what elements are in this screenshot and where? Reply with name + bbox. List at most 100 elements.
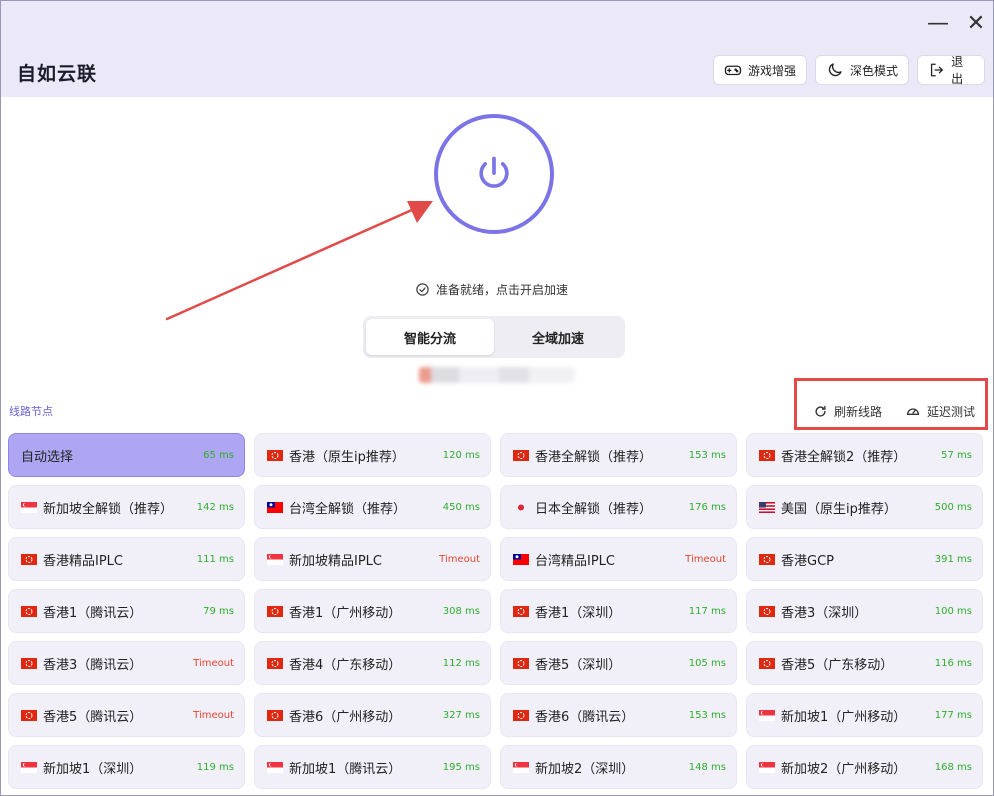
logout-icon: [930, 63, 943, 77]
node-card[interactable]: 香港3（腾讯云） Timeout: [8, 641, 245, 685]
node-latency: 112 ms: [442, 657, 480, 669]
node-latency: 116 ms: [934, 657, 972, 669]
node-card[interactable]: 自动选择 65 ms: [8, 433, 245, 477]
dark-mode-label: 深色模式: [850, 63, 899, 78]
game-boost-label: 游戏增强: [748, 63, 797, 78]
node-card[interactable]: 新加坡1（腾讯云） 195 ms: [254, 745, 491, 789]
node-latency: 391 ms: [934, 553, 972, 565]
node-name: 新加坡2（深圳）: [535, 761, 635, 777]
node-latency: Timeout: [685, 553, 726, 565]
hk-flag-icon: [513, 657, 529, 669]
hk-flag-icon: [759, 449, 775, 461]
node-card[interactable]: 香港精品IPLC 111 ms: [8, 537, 245, 581]
hk-flag-icon: [513, 709, 529, 721]
node-latency: 65 ms: [203, 449, 234, 461]
node-card[interactable]: 美国（原生ip推荐） 500 ms: [746, 485, 983, 529]
node-card[interactable]: 香港全解锁2（推荐） 57 ms: [746, 433, 983, 477]
node-card[interactable]: 香港6（腾讯云） 153 ms: [500, 693, 737, 737]
node-name: 香港5（广东移动）: [781, 657, 894, 673]
node-card[interactable]: 香港全解锁（推荐） 153 ms: [500, 433, 737, 477]
hk-flag-icon: [759, 553, 775, 565]
node-name: 香港1（广州移动）: [289, 605, 402, 621]
node-card[interactable]: 新加坡全解锁（推荐） 142 ms: [8, 485, 245, 529]
node-card[interactable]: 香港5（广东移动） 116 ms: [746, 641, 983, 685]
node-card[interactable]: 香港（原生ip推荐） 120 ms: [254, 433, 491, 477]
hk-flag-icon: [759, 657, 775, 669]
node-card[interactable]: 新加坡1（深圳） 119 ms: [8, 745, 245, 789]
node-card[interactable]: 新加坡2（广州移动） 168 ms: [746, 745, 983, 789]
node-latency: Timeout: [439, 553, 480, 565]
sg-flag-icon: [21, 761, 37, 773]
node-card[interactable]: 香港3（深圳） 100 ms: [746, 589, 983, 633]
node-card[interactable]: 新加坡精品IPLC Timeout: [254, 537, 491, 581]
node-name: 日本全解锁（推荐）: [535, 501, 653, 517]
refresh-lines-button[interactable]: 刷新线路: [813, 401, 882, 421]
hk-flag-icon: [21, 553, 37, 565]
mode-toggle: 智能分流 全域加速: [363, 316, 625, 358]
sg-flag-icon: [759, 709, 775, 721]
close-button[interactable]: ✕: [961, 9, 991, 37]
node-card[interactable]: 香港5（腾讯云） Timeout: [8, 693, 245, 737]
node-name: 台湾全解锁（推荐）: [289, 501, 407, 517]
node-name: 香港3（腾讯云）: [43, 657, 143, 673]
exit-button[interactable]: 退出: [917, 55, 985, 86]
node-name: 新加坡1（广州移动）: [781, 709, 907, 725]
node-latency: 100 ms: [934, 605, 972, 617]
sg-flag-icon: [267, 761, 283, 773]
node-latency: 168 ms: [934, 761, 972, 773]
node-latency: 142 ms: [196, 501, 234, 513]
check-circle-icon: [416, 282, 429, 296]
node-name: 自动选择: [21, 449, 74, 465]
redacted-info: [419, 367, 575, 383]
refresh-icon: [815, 405, 826, 417]
node-card[interactable]: 台湾全解锁（推荐） 450 ms: [254, 485, 491, 529]
speedometer-icon: [907, 408, 919, 415]
node-card[interactable]: 香港4（广东移动） 112 ms: [254, 641, 491, 685]
node-card[interactable]: 香港6（广州移动） 327 ms: [254, 693, 491, 737]
node-name: 新加坡精品IPLC: [289, 553, 382, 569]
node-latency: Timeout: [193, 657, 234, 669]
status-text: 准备就绪，点击开启加速: [436, 282, 569, 297]
node-name: 香港6（腾讯云）: [535, 709, 635, 725]
node-card[interactable]: 香港GCP 391 ms: [746, 537, 983, 581]
node-card[interactable]: 香港5（深圳） 105 ms: [500, 641, 737, 685]
node-card[interactable]: 香港1（广州移动） 308 ms: [254, 589, 491, 633]
minimize-button[interactable]: —: [923, 9, 953, 37]
node-name: 香港1（深圳）: [535, 605, 622, 621]
node-card[interactable]: 香港1（深圳） 117 ms: [500, 589, 737, 633]
latency-test-button[interactable]: 延迟测试: [905, 401, 975, 421]
node-name: 香港（原生ip推荐）: [289, 449, 405, 465]
tw-flag-icon: [513, 553, 529, 565]
node-card[interactable]: 香港1（腾讯云） 79 ms: [8, 589, 245, 633]
node-latency: 177 ms: [934, 709, 972, 721]
node-latency: 120 ms: [442, 449, 480, 461]
node-latency: 153 ms: [688, 709, 726, 721]
power-button[interactable]: [434, 114, 554, 234]
node-latency: 450 ms: [442, 501, 480, 513]
node-latency: Timeout: [193, 709, 234, 721]
tab-global-accel[interactable]: 全域加速: [494, 319, 622, 355]
jp-flag-icon: [513, 502, 529, 513]
hk-flag-icon: [21, 657, 37, 669]
node-card[interactable]: 新加坡2（深圳） 148 ms: [500, 745, 737, 789]
node-name: 新加坡2（广州移动）: [781, 761, 907, 777]
dark-mode-button[interactable]: 深色模式: [815, 55, 909, 85]
hk-flag-icon: [267, 657, 283, 669]
node-card[interactable]: 新加坡1（广州移动） 177 ms: [746, 693, 983, 737]
app-title: 自如云联: [17, 63, 98, 85]
node-card[interactable]: 日本全解锁（推荐） 176 ms: [500, 485, 737, 529]
exit-label: 退出: [951, 55, 964, 86]
node-name: 新加坡全解锁（推荐）: [43, 501, 174, 517]
game-boost-button[interactable]: 游戏增强: [713, 55, 807, 85]
node-name: 新加坡1（腾讯云）: [289, 761, 402, 777]
us-flag-icon: [759, 501, 775, 513]
node-latency: 79 ms: [203, 605, 234, 617]
hk-flag-icon: [267, 605, 283, 617]
tab-smart-split[interactable]: 智能分流: [366, 319, 494, 355]
hk-flag-icon: [267, 709, 283, 721]
node-latency: 111 ms: [196, 553, 234, 565]
node-name: 香港3（深圳）: [781, 605, 868, 621]
node-card[interactable]: 台湾精品IPLC Timeout: [500, 537, 737, 581]
node-name: 香港精品IPLC: [43, 553, 123, 569]
hk-flag-icon: [21, 709, 37, 721]
